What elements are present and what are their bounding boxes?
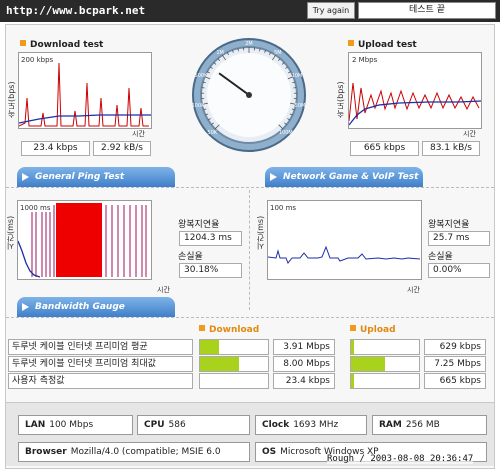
section-divider <box>6 317 494 318</box>
section-divider <box>6 187 494 188</box>
lan-info: LAN 100 Mbps <box>18 415 133 435</box>
download-gauge-value: 23.4 kbps <box>273 373 335 389</box>
upload-gauge-track <box>350 356 420 372</box>
upload-plot-svg <box>348 82 482 126</box>
ping-rtt-label: 왕복지연율 <box>178 220 220 230</box>
ping-loss-label: 손실율 <box>178 252 203 262</box>
upload-y-max: 2 Mbps <box>352 56 378 64</box>
download-plot-svg <box>18 62 151 127</box>
ping-series-blue <box>17 240 41 278</box>
timestamp-stamp: Rough / 2003-08-08 20:36:47 <box>327 454 474 464</box>
gauge-tick-label: 1M <box>216 50 224 56</box>
tab-network-game-voip-test[interactable]: Network Game & VoIP Test <box>265 167 423 187</box>
download-gauge-track <box>199 373 269 389</box>
bandwidth-row-label: 두루넷 케이블 인터넷 프리미엄 평균 <box>8 339 193 355</box>
download-gauge-fill <box>200 357 239 371</box>
upload-kbps-value: 665 kbps <box>350 141 419 156</box>
download-gauge-track <box>199 356 269 372</box>
upload-gauge-fill <box>351 340 354 354</box>
gauge-tick-label: 2M <box>245 41 253 47</box>
download-gauge-value: 3.91 Mbps <box>273 339 335 355</box>
tab-bandwidth-gauge[interactable]: Bandwidth Gauge <box>17 297 175 317</box>
ping-rtt-value: 1204.3 ms <box>179 231 242 246</box>
upload-gauge-track <box>350 339 420 355</box>
voip-x-axis-label: 시간 <box>407 286 420 294</box>
gauge-tick-label: 500K <box>195 73 209 79</box>
cpu-info: CPU 586 <box>137 415 250 435</box>
ping-y-max: 1000 ms <box>20 204 51 212</box>
upload-gauge-value: 7.25 Mbps <box>424 356 486 372</box>
upload-gauge-fill <box>351 357 385 371</box>
voip-loss-label: 손실율 <box>428 252 453 262</box>
ping-plot <box>17 200 152 280</box>
ping-x-axis-label: 시간 <box>157 286 170 294</box>
ram-info: RAM 256 MB <box>372 415 487 435</box>
upload-kBs-value: 83.1 kB/s <box>422 141 480 156</box>
download-gauge-fill <box>200 340 220 354</box>
download-gauge-value: 8.00 Mbps <box>273 356 335 372</box>
download-y-axis-label: 속도(bps) <box>7 81 16 118</box>
upload-gauge-fill <box>351 374 354 388</box>
upload-gauge-value: 629 kbps <box>424 339 486 355</box>
bandwidth-row-label: 두루넷 케이블 인터넷 프리미엄 최대값 <box>8 356 193 372</box>
test-status-field: 테스트 끝 <box>358 2 496 19</box>
browser-info: Browser Mozilla/4.0 (compatible; MSIE 6.0 <box>18 442 250 462</box>
bandwidth-row-label: 사용자 측정값 <box>8 373 193 389</box>
ping-plot-svg <box>17 203 147 278</box>
upload-x-axis-label: 시간 <box>463 130 476 138</box>
site-url: http://www.bcpark.net <box>6 4 146 17</box>
section-divider <box>249 190 250 310</box>
download-gauge-track <box>199 339 269 355</box>
voip-y-axis-label: 시간(ms) <box>256 215 265 250</box>
gauge-tick-label: 100K <box>192 103 206 109</box>
download-series-red <box>18 62 149 127</box>
voip-rtt-label: 왕복지연율 <box>428 220 470 230</box>
try-again-button[interactable]: Try again <box>307 2 355 19</box>
download-kbps-value: 23.4 kbps <box>21 141 90 156</box>
gauge-tick-label: 100M <box>279 130 293 136</box>
gauge-tick-label: 50M <box>295 103 306 109</box>
bandwidth-upload-header: Upload <box>350 325 396 335</box>
download-x-axis-label: 시간 <box>132 130 145 138</box>
ping-loss-block <box>56 203 102 277</box>
gauge-tick-label: 50K <box>207 130 217 136</box>
voip-plot-svg <box>267 245 421 264</box>
voip-rtt-value: 25.7 ms <box>428 231 490 246</box>
ping-y-axis-label: 시간(ms) <box>6 215 15 250</box>
upload-test-title: Upload test <box>348 40 417 50</box>
voip-plot <box>267 200 422 280</box>
tab-general-ping-test[interactable]: General Ping Test <box>17 167 175 187</box>
gauge-tick-label: 5M <box>274 50 282 56</box>
upload-gauge-value: 665 kbps <box>424 373 486 389</box>
bandwidth-download-header: Download <box>199 325 259 335</box>
download-kBs-value: 2.92 kB/s <box>93 141 151 156</box>
download-y-max: 200 kbps <box>21 56 54 64</box>
upload-y-axis-label: 속도(bps) <box>336 81 345 118</box>
upload-gauge-track <box>350 373 420 389</box>
speed-gauge: 50K 100K 500K 1M 2M 5M 10M 50M 100M <box>192 38 306 152</box>
voip-loss-value: 0.00% <box>428 263 490 278</box>
upload-series-blue <box>348 100 482 126</box>
clock-info: Clock 1693 MHz <box>255 415 367 435</box>
download-test-title: Download test <box>20 40 103 50</box>
gauge-tick-label: 10M <box>292 73 303 79</box>
voip-y-max: 100 ms <box>270 204 297 212</box>
ping-loss-value: 30.18% <box>179 263 242 278</box>
voip-series-blue <box>267 245 421 264</box>
